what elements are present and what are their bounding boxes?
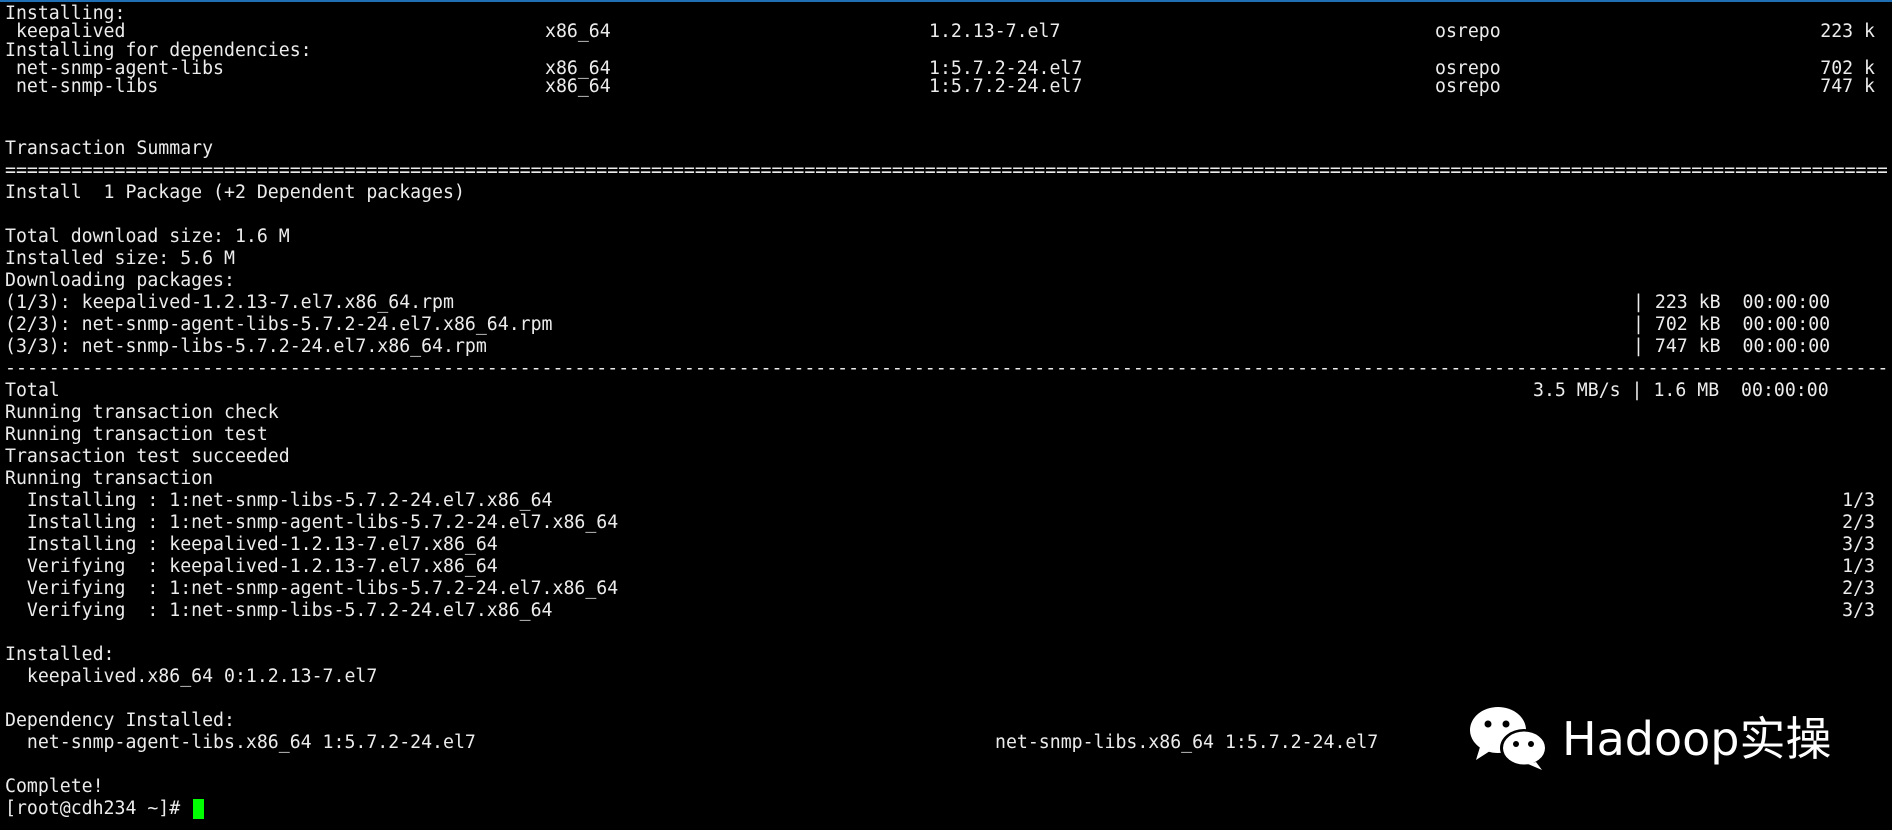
dependency-package: net-snmp-agent-libs.x86_64 1:5.7.2-24.el… bbox=[5, 732, 476, 753]
package-repo: osrepo bbox=[1435, 76, 1501, 97]
download-stats: | 223 kB 00:00:00 bbox=[1633, 292, 1831, 313]
progress-count: 1/3 bbox=[1842, 490, 1875, 511]
watermark: Hadoop实操 bbox=[1466, 700, 1831, 772]
tx-line: Running transaction bbox=[5, 468, 214, 489]
install-summary: Install 1 Package (+2 Dependent packages… bbox=[5, 182, 465, 203]
progress-text: Verifying : keepalived-1.2.13-7.el7.x86_… bbox=[5, 556, 498, 577]
complete-message: Complete! bbox=[5, 776, 104, 797]
transaction-summary-heading: Transaction Summary bbox=[5, 138, 214, 159]
dependency-installed-heading: Dependency Installed: bbox=[5, 710, 235, 731]
package-arch: x86_64 bbox=[545, 76, 611, 97]
prompt-text: [root@cdh234 ~]# bbox=[5, 798, 192, 819]
download-file: (3/3): net-snmp-libs-5.7.2-24.el7.x86_64… bbox=[5, 336, 487, 357]
command-prompt[interactable]: [root@cdh234 ~]# bbox=[5, 798, 205, 820]
progress-count: 2/3 bbox=[1842, 578, 1875, 599]
wechat-icon bbox=[1470, 707, 1548, 770]
package-repo: osrepo bbox=[1435, 21, 1501, 42]
tx-line: Running transaction check bbox=[5, 402, 279, 423]
downloading-packages-heading: Downloading packages: bbox=[5, 270, 235, 291]
package-name: net-snmp-libs bbox=[5, 76, 159, 97]
progress-text: Installing : 1:net-snmp-libs-5.7.2-24.el… bbox=[5, 490, 553, 511]
installed-package: keepalived.x86_64 0:1.2.13-7.el7 bbox=[5, 666, 378, 687]
installed-heading: Installed: bbox=[5, 644, 115, 665]
total-label: Total bbox=[5, 380, 60, 401]
installed-size: Installed size: 5.6 M bbox=[5, 248, 235, 269]
package-version: 1.2.13-7.el7 bbox=[929, 21, 1061, 42]
package-size: 223 k bbox=[1820, 21, 1875, 42]
dependency-package: net-snmp-libs.x86_64 1:5.7.2-24.el7 bbox=[995, 732, 1379, 753]
download-stats: | 702 kB 00:00:00 bbox=[1633, 314, 1831, 335]
progress-text: Verifying : 1:net-snmp-agent-libs-5.7.2-… bbox=[5, 578, 619, 599]
total-download-size: Total download size: 1.6 M bbox=[5, 226, 290, 247]
package-arch: x86_64 bbox=[545, 21, 611, 42]
progress-text: Installing : 1:net-snmp-agent-libs-5.7.2… bbox=[5, 512, 619, 533]
separator-dashes: ----------------------------------------… bbox=[5, 358, 1887, 379]
tx-line: Running transaction test bbox=[5, 424, 268, 445]
separator-equals: ========================================… bbox=[5, 160, 1887, 181]
download-file: (1/3): keepalived-1.2.13-7.el7.x86_64.rp… bbox=[5, 292, 454, 313]
progress-count: 1/3 bbox=[1842, 556, 1875, 577]
progress-count: 3/3 bbox=[1842, 600, 1875, 621]
text-cursor[interactable] bbox=[193, 799, 205, 819]
download-file: (2/3): net-snmp-agent-libs-5.7.2-24.el7.… bbox=[5, 314, 553, 335]
progress-count: 2/3 bbox=[1842, 512, 1875, 533]
total-stats: 3.5 MB/s | 1.6 MB 00:00:00 bbox=[1533, 380, 1829, 401]
progress-text: Installing : keepalived-1.2.13-7.el7.x86… bbox=[5, 534, 498, 555]
download-stats: | 747 kB 00:00:00 bbox=[1633, 336, 1831, 357]
progress-count: 3/3 bbox=[1842, 534, 1875, 555]
tx-line: Transaction test succeeded bbox=[5, 446, 290, 467]
watermark-text: Hadoop实操 bbox=[1562, 712, 1832, 766]
package-size: 747 k bbox=[1820, 76, 1875, 97]
package-version: 1:5.7.2-24.el7 bbox=[929, 76, 1083, 97]
progress-text: Verifying : 1:net-snmp-libs-5.7.2-24.el7… bbox=[5, 600, 553, 621]
